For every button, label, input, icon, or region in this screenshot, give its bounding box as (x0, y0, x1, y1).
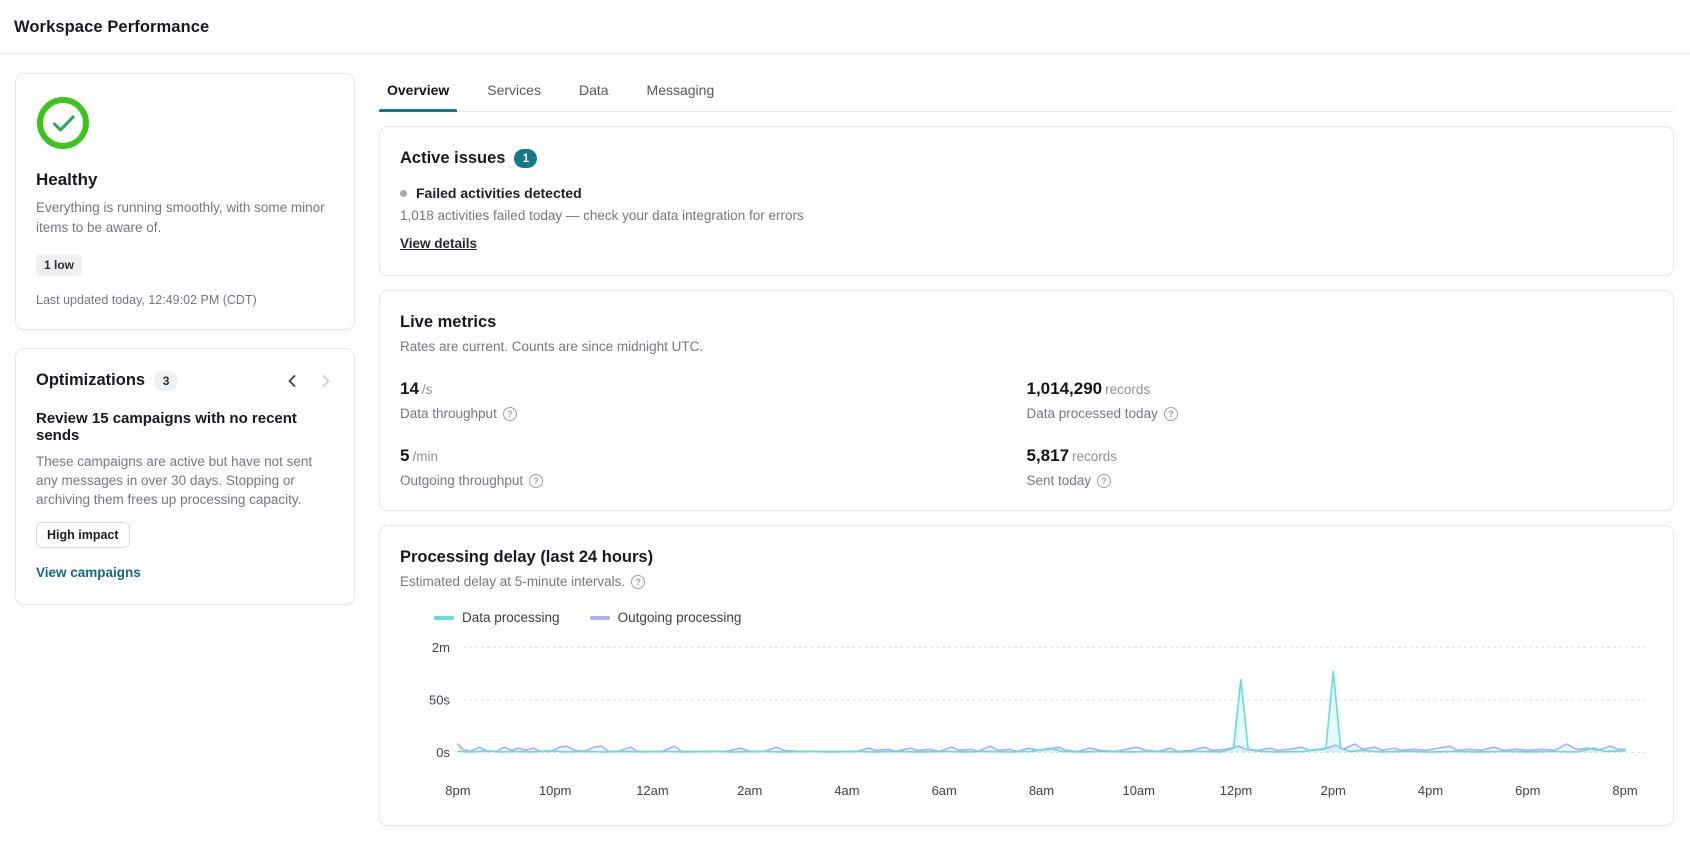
metric-data-processed-today: 1,014,290 records Data processed today (1027, 379, 1654, 421)
metric-value: 14 (400, 379, 419, 398)
optimization-item-description: These campaigns are active but have not … (36, 453, 313, 507)
health-check-icon (36, 96, 90, 155)
live-metrics-title: Live metrics (400, 313, 497, 331)
svg-text:2pm: 2pm (1321, 783, 1346, 798)
legend-item-outgoing-processing[interactable]: Outgoing processing (589, 610, 741, 625)
legend-swatch-cyan-icon (434, 615, 454, 620)
chevron-right-icon[interactable] (318, 372, 334, 390)
active-issues-title: Active issues (400, 149, 506, 167)
tab-overview[interactable]: Overview (378, 73, 458, 112)
sidebar: Healthy Everything is running smoothly, … (15, 73, 355, 826)
optimization-item-title: Review 15 campaigns with no recent sends (36, 409, 297, 444)
metric-label: Data throughput (400, 406, 497, 421)
view-campaigns-link[interactable]: View campaigns (36, 565, 141, 580)
processing-delay-card: Processing delay (last 24 hours) Estimat… (379, 525, 1674, 826)
svg-text:4am: 4am (834, 783, 859, 798)
svg-text:8am: 8am (1029, 783, 1054, 798)
svg-text:10am: 10am (1123, 783, 1156, 798)
view-details-link[interactable]: View details (400, 236, 477, 251)
issue-bullet-icon (400, 189, 407, 197)
metric-unit: records (1072, 449, 1118, 464)
svg-text:8pm: 8pm (445, 783, 470, 798)
delay-chart: 0s 50s 2m 8pm 10pm 12am 2am 4am 6am 8am 10am 12pm 2p… (429, 640, 1650, 798)
metric-unit: /min (412, 449, 438, 464)
chart-legend: Data processing Outgoing processing (434, 610, 1653, 625)
active-issues-count-badge: 1 (514, 149, 538, 168)
svg-text:8pm: 8pm (1612, 783, 1637, 798)
processing-delay-subtitle: Estimated delay at 5-minute intervals. (400, 574, 626, 589)
metric-unit: /s (421, 382, 433, 397)
health-last-updated: Last updated today, 12:49:02 PM (CDT) (36, 292, 257, 307)
issue-description: 1,018 activities failed today — check yo… (400, 208, 804, 223)
issue-title: Failed activities detected (416, 185, 582, 201)
metric-sent-today: 5,817 records Sent today (1027, 446, 1654, 488)
svg-text:6pm: 6pm (1515, 783, 1540, 798)
tab-data[interactable]: Data (579, 73, 609, 111)
optimizations-title: Optimizations (36, 371, 146, 389)
live-metrics-card: Live metrics Rates are current. Counts a… (379, 290, 1674, 511)
tab-messaging[interactable]: Messaging (647, 73, 715, 111)
svg-text:10pm: 10pm (539, 783, 572, 798)
metric-unit: records (1105, 382, 1151, 397)
metric-data-throughput: 14/s Data throughput (400, 379, 1027, 421)
svg-text:4pm: 4pm (1418, 783, 1443, 798)
svg-text:12pm: 12pm (1220, 783, 1253, 798)
main-content: Overview Services Data Messaging Active … (378, 73, 1674, 826)
svg-text:0s: 0s (436, 745, 450, 760)
metric-value: 5,817 (1026, 446, 1070, 465)
page-layout: Healthy Everything is running smoothly, … (0, 54, 1690, 826)
metric-value: 5 (400, 446, 410, 465)
health-status: Healthy (36, 170, 98, 189)
help-icon[interactable] (631, 574, 646, 589)
metric-label: Data processed today (1026, 406, 1158, 421)
processing-delay-title: Processing delay (last 24 hours) (400, 548, 654, 566)
page-title: Workspace Performance (14, 18, 210, 36)
optimizations-count-badge: 3 (154, 370, 179, 391)
tab-services[interactable]: Services (487, 73, 541, 111)
svg-text:50s: 50s (429, 692, 450, 707)
help-icon[interactable] (529, 473, 544, 488)
page-header: Workspace Performance (0, 0, 1690, 54)
svg-text:6am: 6am (932, 783, 957, 798)
tab-bar: Overview Services Data Messaging (378, 73, 1674, 112)
legend-swatch-purple-icon (589, 615, 610, 620)
metric-label: Outgoing throughput (400, 473, 524, 488)
help-icon[interactable] (1163, 406, 1178, 421)
impact-badge: High impact (36, 521, 130, 548)
metric-value: 1,014,290 (1026, 379, 1103, 398)
metric-outgoing-throughput: 5/min Outgoing throughput (400, 446, 1027, 488)
metric-label: Sent today (1026, 473, 1092, 488)
chevron-left-icon[interactable] (284, 372, 300, 390)
svg-text:2am: 2am (737, 783, 762, 798)
svg-text:12am: 12am (636, 783, 669, 798)
svg-text:2m: 2m (432, 640, 450, 655)
active-issues-card: Active issues 1 Failed activities detect… (379, 126, 1674, 276)
health-severity-badge: 1 low (36, 253, 83, 276)
metrics-grid: 14/s Data throughput 1,014,290records Da… (400, 379, 1653, 488)
optimizations-card: Optimizations 3 Review 15 campaigns with… (15, 347, 355, 605)
health-description: Everything is running smoothly, with som… (36, 200, 325, 236)
help-icon[interactable] (502, 406, 517, 421)
help-icon[interactable] (1097, 473, 1112, 488)
issue-row: Failed activities detected (400, 185, 1653, 201)
health-card: Healthy Everything is running smoothly, … (15, 73, 355, 330)
live-metrics-subtitle: Rates are current. Counts are since midn… (400, 339, 704, 354)
legend-item-data-processing[interactable]: Data processing (434, 610, 560, 625)
